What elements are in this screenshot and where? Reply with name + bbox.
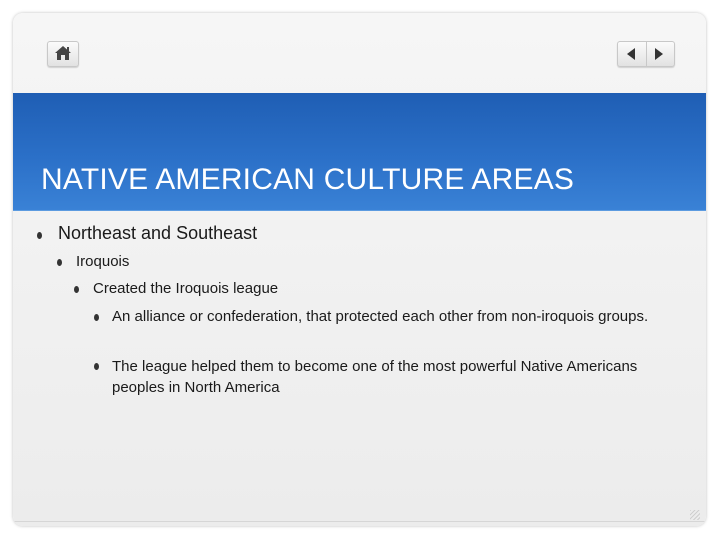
slide-title: NATIVE AMERICAN CULTURE AREAS [41,163,575,196]
slide-navigation [617,41,675,67]
home-button[interactable] [47,41,79,67]
left-triangle-icon [627,48,635,60]
bullet-level3: Created the Iroquois league [93,280,279,297]
bullet-dot [57,259,62,266]
bullet-level1: Northeast and Southeast [58,223,258,243]
resize-grip-icon [690,510,700,520]
bullet-dot [94,314,99,321]
bullet-dot [94,363,99,370]
bullet-dot [74,286,79,293]
slide: NATIVE AMERICAN CULTURE AREAS Northeast … [13,13,706,526]
bullet-level2: Iroquois [76,253,130,270]
home-icon [55,46,71,60]
bullet-level4: The league helped them to become one of … [112,358,638,396]
previous-slide-button[interactable] [618,42,647,66]
next-slide-button[interactable] [646,42,674,66]
bullet-dot [37,232,42,239]
right-triangle-icon [655,48,663,60]
bullet-level4: An alliance or confederation, that prote… [112,308,649,325]
footer-divider [13,521,706,522]
